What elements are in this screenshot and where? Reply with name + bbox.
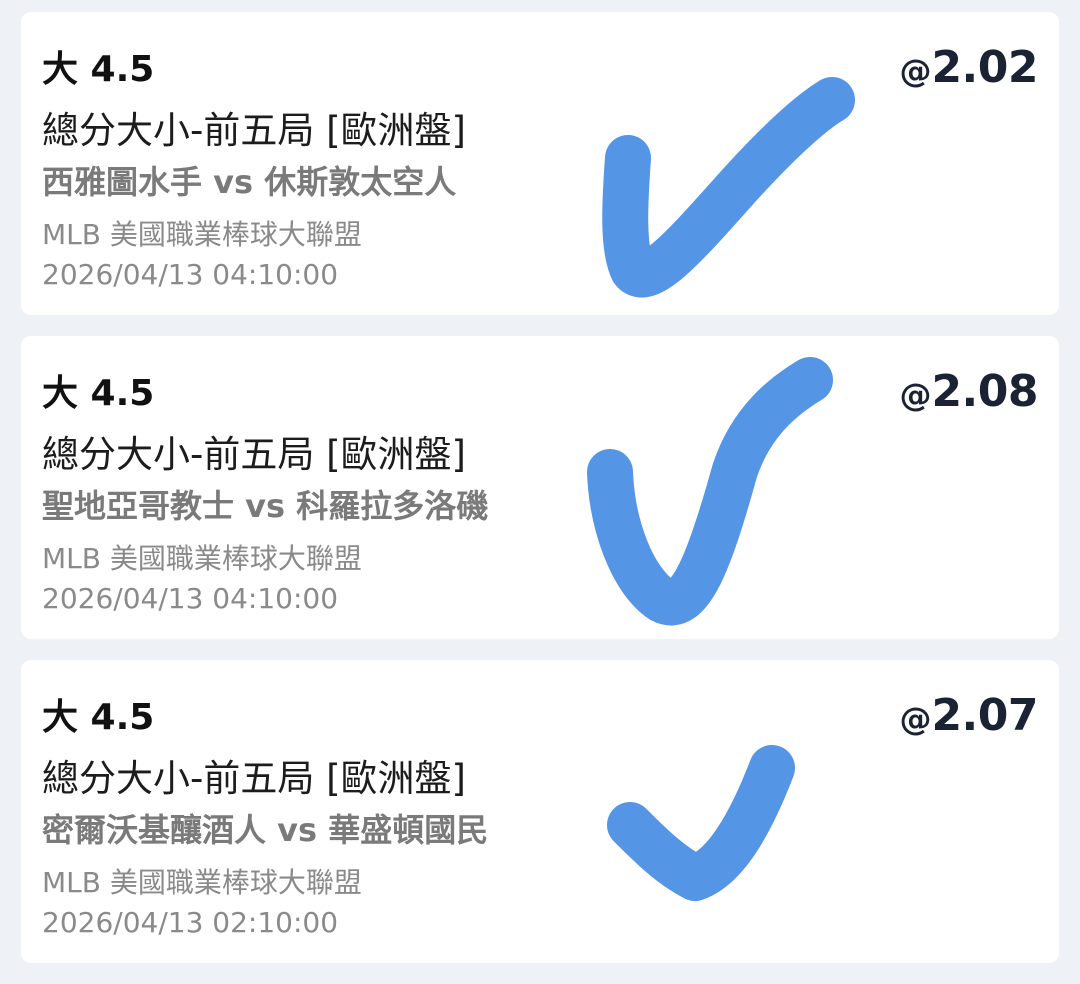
bet-odds: @2.07 xyxy=(899,690,1038,741)
bet-selection: 大 4.5 xyxy=(42,373,155,414)
bet-matchup: 密爾沃基釀酒人 vs 華盛頓國民 xyxy=(42,811,489,849)
odds-prefix: @ xyxy=(899,700,932,738)
bet-odds: @2.08 xyxy=(899,366,1038,417)
bet-matchup: 西雅圖水手 vs 休斯敦太空人 xyxy=(42,163,457,201)
odds-prefix: @ xyxy=(899,376,932,414)
bet-datetime: 2026/04/13 04:10:00 xyxy=(42,258,339,291)
bet-market: 總分大小-前五局 [歐洲盤] xyxy=(42,109,466,152)
bet-matchup: 聖地亞哥教士 vs 科羅拉多洛磯 xyxy=(42,487,489,525)
bet-card[interactable]: 大 4.5 總分大小-前五局 [歐洲盤] 聖地亞哥教士 vs 科羅拉多洛磯 ML… xyxy=(21,336,1059,639)
bet-odds: @2.02 xyxy=(899,42,1038,93)
odds-value: 2.07 xyxy=(931,690,1038,741)
odds-value: 2.02 xyxy=(931,42,1038,93)
bet-datetime: 2026/04/13 04:10:00 xyxy=(42,582,339,615)
bet-card[interactable]: 大 4.5 總分大小-前五局 [歐洲盤] 密爾沃基釀酒人 vs 華盛頓國民 ML… xyxy=(21,660,1059,963)
bet-card[interactable]: 大 4.5 總分大小-前五局 [歐洲盤] 西雅圖水手 vs 休斯敦太空人 MLB… xyxy=(21,12,1059,315)
bet-market: 總分大小-前五局 [歐洲盤] xyxy=(42,433,466,476)
bet-league: MLB 美國職業棒球大聯盟 xyxy=(42,542,362,575)
bet-datetime: 2026/04/13 02:10:00 xyxy=(42,906,339,939)
bet-league: MLB 美國職業棒球大聯盟 xyxy=(42,218,362,251)
bet-league: MLB 美國職業棒球大聯盟 xyxy=(42,866,362,899)
bet-selection: 大 4.5 xyxy=(42,49,155,90)
odds-value: 2.08 xyxy=(931,366,1038,417)
odds-prefix: @ xyxy=(899,52,932,90)
bet-market: 總分大小-前五局 [歐洲盤] xyxy=(42,757,466,800)
bet-selection: 大 4.5 xyxy=(42,697,155,738)
